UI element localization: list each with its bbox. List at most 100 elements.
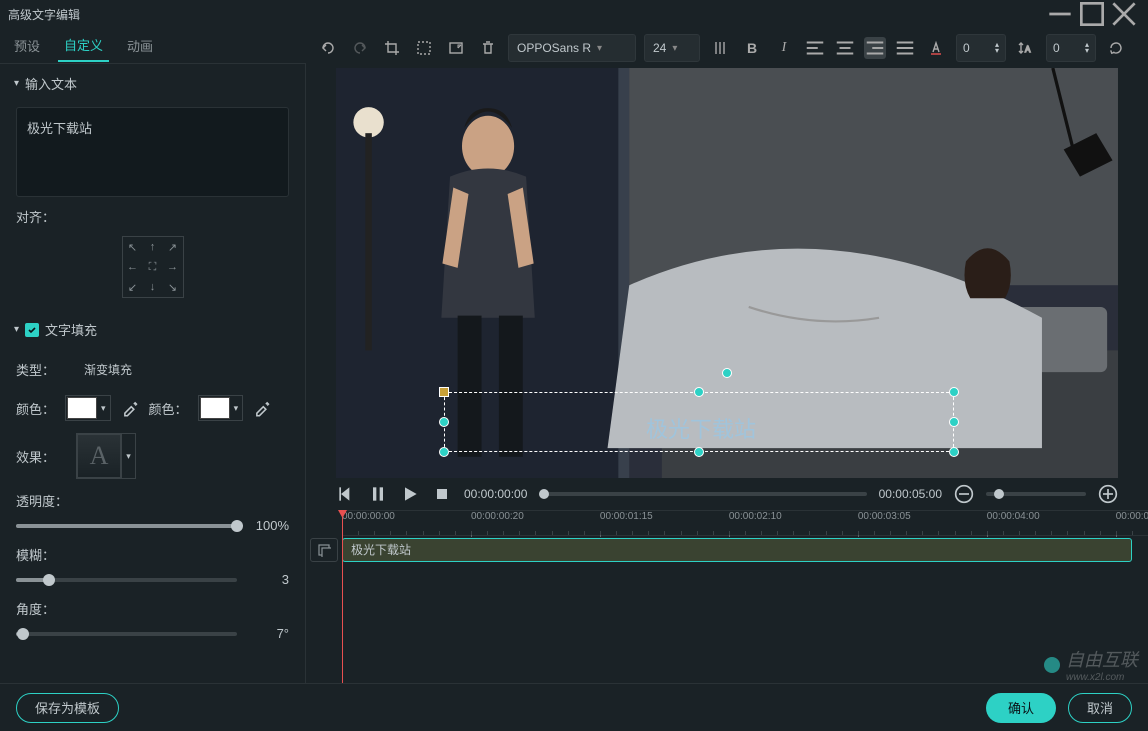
cancel-button[interactable]: 取消: [1068, 693, 1132, 723]
add-track-button[interactable]: [310, 538, 338, 562]
angle-value: 7°: [247, 626, 289, 641]
align-center-icon[interactable]: [834, 37, 856, 59]
effect-row: 效果： A ▾: [0, 427, 305, 485]
export-icon[interactable]: [444, 36, 468, 60]
tab-animation[interactable]: 动画: [121, 30, 159, 61]
window-title: 高级文字编辑: [8, 6, 80, 23]
align-bottom-center[interactable]: ↓: [143, 277, 163, 297]
redo-icon[interactable]: [348, 36, 372, 60]
handle-ml[interactable]: [439, 417, 449, 427]
align-top-left[interactable]: ↖: [123, 237, 143, 257]
text-input[interactable]: 极光下载站: [16, 107, 289, 197]
clip-label: 极光下载站: [351, 543, 411, 557]
effect-dropdown-chevron[interactable]: ▾: [121, 434, 135, 478]
align-left-icon[interactable]: [804, 37, 826, 59]
color2-value: [200, 397, 230, 419]
input-text-label: 输入文本: [25, 74, 77, 93]
eyedropper1-icon[interactable]: [121, 399, 139, 417]
ruler-tick: 00:00:02:10: [729, 511, 782, 537]
undo-icon[interactable]: [316, 36, 340, 60]
stop-icon[interactable]: [432, 484, 452, 504]
handle-br[interactable]: [949, 447, 959, 457]
line-height-icon[interactable]: A: [1014, 36, 1038, 60]
handle-bl[interactable]: [439, 447, 449, 457]
align-row: 对齐：: [0, 201, 305, 232]
minimize-button[interactable]: [1044, 0, 1076, 28]
playhead[interactable]: [342, 510, 343, 683]
align-middle-right[interactable]: →: [163, 257, 183, 277]
watermark-url: www.x2l.com: [1066, 672, 1138, 683]
zoom-out-icon[interactable]: [954, 484, 974, 504]
ruler-tick: 00:00:03:05: [858, 511, 911, 537]
angle-slider[interactable]: [16, 632, 237, 636]
fontsize-dropdown[interactable]: 24 ▾: [644, 34, 700, 62]
handle-bm[interactable]: [694, 447, 704, 457]
color1-swatch[interactable]: ▾: [65, 395, 111, 421]
ruler-tick: 00:00:00:00: [342, 511, 395, 537]
handle-tr[interactable]: [949, 387, 959, 397]
delete-icon[interactable]: [476, 36, 500, 60]
line-height-input[interactable]: 0 ▴▾: [1046, 34, 1096, 62]
opacity-slider[interactable]: [16, 524, 237, 528]
vertical-text-icon[interactable]: [708, 36, 732, 60]
chevron-down-icon: ▾: [597, 43, 602, 54]
pause-icon[interactable]: [368, 484, 388, 504]
title-bar: 高级文字编辑: [0, 0, 1148, 28]
zoom-in-icon[interactable]: [1098, 484, 1118, 504]
fill-type-dropdown[interactable]: 渐变填充: [76, 355, 140, 383]
crop-icon[interactable]: [380, 36, 404, 60]
video-preview[interactable]: 极光下载站: [336, 68, 1118, 478]
step-back-icon[interactable]: [336, 484, 356, 504]
overlay-text[interactable]: 极光下载站: [646, 412, 756, 444]
align-bottom-right[interactable]: ↘: [163, 277, 183, 297]
angle-label: 角度：: [16, 599, 289, 618]
font-dropdown[interactable]: OPPOSans R ▾: [508, 34, 636, 62]
align-label: 对齐：: [16, 207, 55, 226]
handle-mr[interactable]: [949, 417, 959, 427]
handle-tl[interactable]: [439, 387, 449, 397]
align-bottom-left[interactable]: ↙: [123, 277, 143, 297]
align-right-icon[interactable]: [864, 37, 886, 59]
zoom-slider[interactable]: [986, 492, 1086, 496]
spinner-icon: ▴▾: [1085, 42, 1089, 54]
align-middle-left[interactable]: ←: [123, 257, 143, 277]
progress-bar[interactable]: [539, 492, 866, 496]
align-top-center[interactable]: ↑: [143, 237, 163, 257]
section-input-text[interactable]: ▾ 输入文本: [0, 64, 305, 103]
timeline-clip[interactable]: 极光下载站: [342, 538, 1132, 562]
timeline[interactable]: 00:00:00:00 00:00:00:20 00:00:01:15 00:0…: [306, 510, 1148, 683]
align-justify-icon[interactable]: [894, 37, 916, 59]
handle-tm[interactable]: [694, 387, 704, 397]
tab-custom[interactable]: 自定义: [58, 29, 109, 62]
angle-row: 角度： 7°: [0, 593, 305, 647]
tab-preset[interactable]: 预设: [8, 30, 46, 61]
ruler-tick: 00:00:04:00: [987, 511, 1040, 537]
refresh-icon[interactable]: [1104, 36, 1128, 60]
effect-label: 效果：: [16, 447, 66, 466]
align-middle-center[interactable]: ⛶: [143, 257, 163, 277]
text-fill-checkbox[interactable]: [25, 323, 39, 337]
bold-icon[interactable]: B: [740, 36, 764, 60]
blur-slider[interactable]: [16, 578, 237, 582]
bottom-bar: 保存为模板 确认 取消: [0, 683, 1148, 731]
fill-type-value: 渐变填充: [84, 361, 132, 378]
play-icon[interactable]: [400, 484, 420, 504]
font-value: OPPOSans R: [517, 41, 591, 55]
close-button[interactable]: [1108, 0, 1140, 28]
selection-icon[interactable]: [412, 36, 436, 60]
effect-preview[interactable]: A: [77, 434, 121, 478]
eyedropper2-icon[interactable]: [253, 399, 271, 417]
color2-swatch[interactable]: ▾: [198, 395, 244, 421]
svg-text:A: A: [1025, 45, 1031, 54]
left-panel[interactable]: ▾ 输入文本 极光下载站 对齐： ↖ ↑ ↗ ← ⛶ → ↙ ↓ ↘ ▾ 文字填…: [0, 64, 306, 683]
rotate-handle[interactable]: [722, 368, 732, 378]
confirm-button[interactable]: 确认: [986, 693, 1056, 723]
maximize-button[interactable]: [1076, 0, 1108, 28]
section-text-fill[interactable]: ▾ 文字填充: [0, 310, 305, 349]
letter-spacing-input[interactable]: 0 ▴▾: [956, 34, 1006, 62]
align-top-right[interactable]: ↗: [163, 237, 183, 257]
text-color-icon[interactable]: [924, 36, 948, 60]
timeline-ruler[interactable]: 00:00:00:00 00:00:00:20 00:00:01:15 00:0…: [342, 510, 1148, 536]
save-template-button[interactable]: 保存为模板: [16, 693, 119, 723]
italic-icon[interactable]: I: [772, 36, 796, 60]
